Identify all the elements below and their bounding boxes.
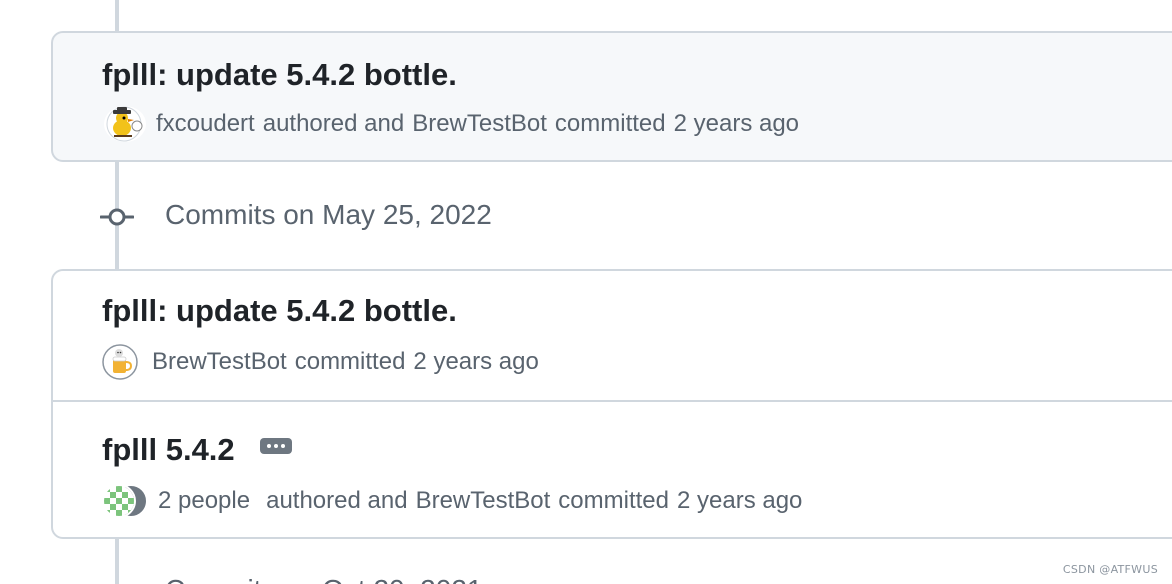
- commit-card: fplll: update 5.4.2 bottle. fxcoudert au…: [51, 31, 1172, 162]
- committed-text: committed: [554, 110, 666, 137]
- commit-row[interactable]: fplll 5.4.2 2 people authored and BrewTe…: [53, 402, 1172, 537]
- commit-meta: 2 people authored and BrewTestBot commit…: [102, 483, 802, 519]
- commit-meta: BrewTestBot committed 2 years ago: [102, 344, 539, 380]
- committed-text: committed: [558, 487, 669, 514]
- commit-row[interactable]: fplll: update 5.4.2 bottle. BrewTestBot: [53, 271, 1172, 402]
- multi-user-avatar-icon[interactable]: [102, 484, 148, 518]
- committer-link[interactable]: BrewTestBot: [416, 487, 551, 515]
- author-link[interactable]: fxcoudert: [156, 110, 255, 138]
- committer-link[interactable]: BrewTestBot: [152, 348, 287, 376]
- commit-history-page: fplll: update 5.4.2 bottle. fxcoudert au…: [0, 0, 1172, 584]
- relative-time: 2 years ago: [676, 487, 803, 514]
- date-header: Commits on Oct 20, 2021: [165, 574, 482, 584]
- committer-link[interactable]: BrewTestBot: [412, 110, 547, 138]
- people-link[interactable]: 2 people: [158, 487, 250, 515]
- relative-time: 2 years ago: [673, 110, 800, 137]
- commit-card: fplll: update 5.4.2 bottle. BrewTestBot: [51, 269, 1172, 539]
- commit-title-link[interactable]: fplll: update 5.4.2 bottle.: [102, 293, 457, 329]
- beer-mug-avatar-icon[interactable]: [102, 344, 138, 380]
- commit-title-link[interactable]: fplll: update 5.4.2 bottle.: [102, 57, 457, 93]
- authored-text: authored and: [262, 110, 405, 137]
- bird-hat-avatar-icon[interactable]: [104, 106, 146, 142]
- authored-text: authored and: [266, 487, 408, 514]
- commit-title-link[interactable]: fplll 5.4.2: [102, 432, 235, 468]
- relative-time: 2 years ago: [413, 348, 539, 375]
- ellipsis-icon[interactable]: [260, 438, 292, 454]
- commit-row[interactable]: fplll: update 5.4.2 bottle. fxcoudert au…: [53, 33, 1172, 160]
- git-commit-icon: [100, 208, 134, 226]
- commit-meta: fxcoudert authored and BrewTestBot commi…: [104, 106, 799, 142]
- date-header: Commits on May 25, 2022: [165, 199, 492, 230]
- watermark: CSDN @ATFWUS: [1062, 563, 1158, 576]
- committed-text: committed: [294, 348, 406, 375]
